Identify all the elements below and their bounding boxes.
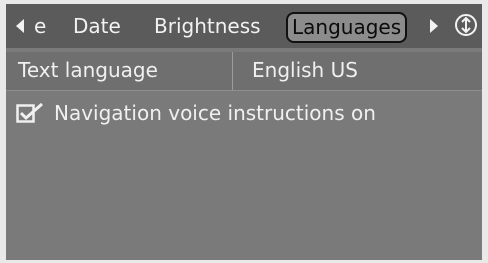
tab-brightness[interactable]: Brightness [154,14,261,38]
tab-partial[interactable]: e [34,14,46,38]
chevron-right-icon[interactable] [430,19,438,33]
navigation-voice-row[interactable]: Navigation voice instructions on [16,99,476,127]
settings-dial-icon[interactable] [454,12,478,38]
row-divider [232,52,233,90]
text-language-label: Text language [18,58,158,82]
text-language-row[interactable]: Text language English US [6,52,482,91]
text-language-value[interactable]: English US [252,58,358,82]
tab-date[interactable]: Date [73,14,121,38]
tab-languages[interactable]: Languages [286,12,408,43]
checkbox-checked-icon[interactable] [16,102,44,124]
settings-screen: e Date Brightness Languages Text languag… [6,4,482,260]
navigation-voice-label: Navigation voice instructions on [54,101,376,125]
chevron-left-icon[interactable] [16,19,24,33]
tab-bar: e Date Brightness Languages [6,4,482,48]
